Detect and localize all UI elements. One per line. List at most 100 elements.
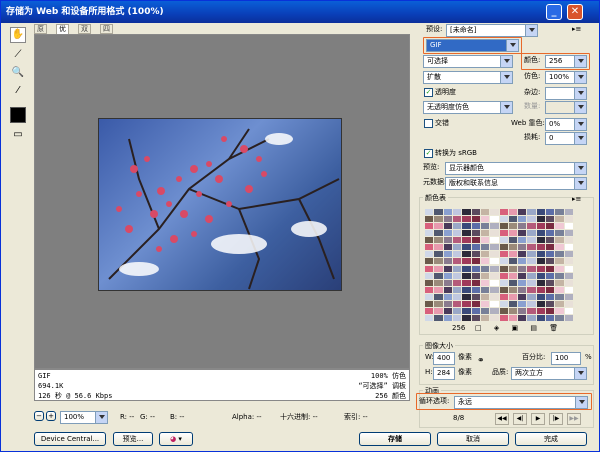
color-swatch[interactable]: [564, 293, 573, 300]
done-button[interactable]: 完成: [515, 432, 587, 446]
cancel-button[interactable]: 取消: [437, 432, 509, 446]
color-swatch[interactable]: [462, 237, 471, 244]
color-swatch[interactable]: [527, 209, 536, 215]
color-swatch[interactable]: [434, 265, 443, 272]
color-swatch[interactable]: [499, 216, 508, 223]
color-swatch[interactable]: [499, 244, 508, 251]
color-swatch[interactable]: [536, 230, 546, 237]
color-swatch[interactable]: [462, 223, 471, 230]
color-swatch[interactable]: [480, 265, 490, 272]
next-frame-icon[interactable]: |▶: [549, 413, 563, 425]
color-swatch[interactable]: [434, 307, 443, 314]
color-swatch[interactable]: [555, 230, 564, 237]
color-swatch[interactable]: [564, 230, 573, 237]
color-swatch[interactable]: [555, 314, 564, 321]
color-swatch[interactable]: [471, 251, 480, 258]
color-swatch[interactable]: [425, 286, 434, 293]
color-swatch[interactable]: [490, 244, 499, 251]
color-swatch[interactable]: [471, 293, 480, 300]
color-swatch[interactable]: [443, 223, 452, 230]
color-swatch[interactable]: [564, 307, 573, 314]
color-swatch[interactable]: [518, 237, 527, 244]
color-swatch[interactable]: [508, 251, 518, 258]
color-swatch[interactable]: [546, 314, 555, 321]
color-swatch[interactable]: [490, 251, 499, 258]
color-swatch[interactable]: [527, 314, 536, 321]
color-swatch[interactable]: [480, 307, 490, 314]
color-swatch[interactable]: [490, 286, 499, 293]
color-swatch[interactable]: [471, 230, 480, 237]
color-swatch[interactable]: [527, 293, 536, 300]
color-swatch[interactable]: [425, 258, 434, 265]
color-swatch[interactable]: [434, 314, 443, 321]
loop-options-select[interactable]: 永远: [454, 396, 588, 409]
color-swatch[interactable]: [425, 244, 434, 251]
color-swatch[interactable]: [536, 300, 546, 307]
file-format-select[interactable]: GIF: [426, 39, 519, 52]
lossy-select[interactable]: 0: [545, 132, 587, 145]
color-swatch[interactable]: [443, 279, 452, 286]
color-swatch[interactable]: [434, 258, 443, 265]
transparency-dither-select[interactable]: 无透明度仿色: [423, 101, 513, 114]
color-swatch[interactable]: [555, 293, 564, 300]
color-swatch[interactable]: [452, 251, 462, 258]
color-swatch[interactable]: [508, 286, 518, 293]
color-swatch[interactable]: [564, 314, 573, 321]
colors-select[interactable]: 256: [545, 55, 587, 68]
color-swatch[interactable]: [480, 216, 490, 223]
color-swatch[interactable]: [499, 251, 508, 258]
color-swatch[interactable]: [462, 258, 471, 265]
web-shift-icon[interactable]: ◈: [494, 324, 499, 332]
browser-preview-button[interactable]: ◕ ▾: [159, 432, 193, 446]
transparency-checkbox[interactable]: ✓: [424, 88, 433, 97]
color-swatch[interactable]: [499, 279, 508, 286]
color-swatch[interactable]: [518, 265, 527, 272]
color-swatch[interactable]: [490, 314, 499, 321]
add-color-icon[interactable]: ▤: [530, 324, 537, 332]
color-swatch[interactable]: [527, 230, 536, 237]
color-swatch[interactable]: [564, 300, 573, 307]
color-swatch[interactable]: [462, 307, 471, 314]
color-swatch[interactable]: [546, 286, 555, 293]
color-swatch[interactable]: [480, 314, 490, 321]
color-swatch[interactable]: [499, 307, 508, 314]
color-swatch[interactable]: [527, 258, 536, 265]
color-swatch[interactable]: [518, 272, 527, 279]
color-swatch[interactable]: [555, 307, 564, 314]
tab-4-up[interactable]: 四联: [100, 24, 113, 42]
first-frame-icon[interactable]: ◀◀: [495, 413, 509, 425]
color-swatch[interactable]: [443, 272, 452, 279]
color-swatch[interactable]: [564, 216, 573, 223]
width-input[interactable]: 400: [433, 352, 455, 365]
color-swatch[interactable]: [480, 293, 490, 300]
preview-color-select[interactable]: 显示器颜色: [445, 162, 587, 175]
color-swatch[interactable]: [546, 251, 555, 258]
color-swatch[interactable]: [480, 230, 490, 237]
color-swatch[interactable]: [546, 293, 555, 300]
interlaced-checkbox[interactable]: [424, 119, 433, 128]
color-swatch[interactable]: [518, 286, 527, 293]
color-swatch[interactable]: [490, 293, 499, 300]
color-swatch[interactable]: [508, 272, 518, 279]
color-swatch[interactable]: [536, 258, 546, 265]
color-swatch[interactable]: [518, 251, 527, 258]
color-swatch[interactable]: [564, 237, 573, 244]
web-snap-select[interactable]: 0%: [545, 118, 587, 131]
tab-2-up[interactable]: 双联: [78, 24, 91, 42]
color-swatch[interactable]: [546, 300, 555, 307]
color-swatch[interactable]: [555, 251, 564, 258]
color-swatch[interactable]: [499, 258, 508, 265]
color-swatch[interactable]: [564, 209, 573, 215]
color-swatch[interactable]: [546, 279, 555, 286]
color-swatch[interactable]: [443, 244, 452, 251]
color-swatch[interactable]: [443, 314, 452, 321]
color-swatch[interactable]: [508, 300, 518, 307]
color-swatch[interactable]: [462, 251, 471, 258]
zoom-in-button[interactable]: +: [46, 411, 56, 421]
eyedropper-color-swatch[interactable]: [10, 107, 26, 123]
color-swatch[interactable]: [527, 265, 536, 272]
color-swatch[interactable]: [518, 209, 527, 215]
color-swatch[interactable]: [443, 265, 452, 272]
color-swatch[interactable]: [546, 307, 555, 314]
color-swatch[interactable]: [564, 286, 573, 293]
